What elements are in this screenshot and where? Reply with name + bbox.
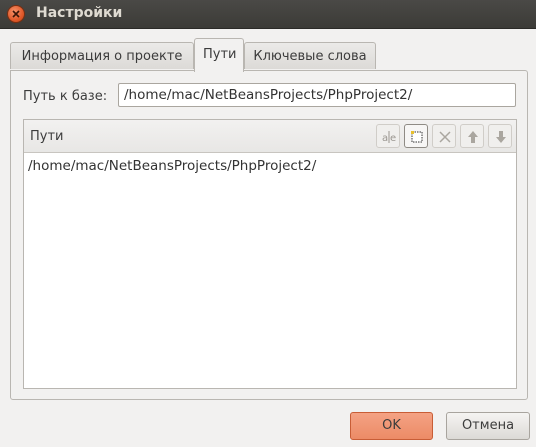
paths-panel: Путь к базе: /home/mac/NetBeansProjects/… [10, 70, 528, 400]
new-folder-icon [411, 131, 423, 143]
base-path-label: Путь к базе: [23, 89, 108, 104]
move-down-icon [496, 131, 506, 143]
move-up-icon [468, 131, 478, 143]
svg-text:a: a [382, 133, 388, 144]
new-folder-button[interactable] [404, 124, 428, 148]
move-down-button[interactable] [488, 124, 512, 148]
ok-button[interactable]: OK [350, 412, 433, 440]
rename-icon: a e [382, 131, 396, 144]
paths-list-header: Пути a e [24, 120, 516, 153]
cancel-button[interactable]: Отмена [446, 412, 530, 440]
paths-header-label: Пути [30, 129, 64, 144]
settings-dialog: Настройки Информация о проекте Пути Ключ… [0, 0, 536, 447]
title-bar: Настройки [0, 0, 536, 29]
tab-keywords[interactable]: Ключевые слова [244, 42, 376, 69]
svg-text:e: e [390, 133, 396, 144]
rename-button[interactable]: a e [376, 124, 400, 148]
base-path-input[interactable]: /home/mac/NetBeansProjects/PhpProject2/ [118, 83, 516, 107]
paths-list: Пути a e /home/mac/NetBeansProjects/PhpP… [23, 119, 517, 389]
tab-paths[interactable]: Пути [194, 38, 244, 72]
tab-project-info[interactable]: Информация о проекте [10, 42, 194, 69]
move-up-button[interactable] [460, 124, 484, 148]
window-title: Настройки [36, 5, 123, 21]
delete-icon [439, 131, 451, 143]
list-item[interactable]: /home/mac/NetBeansProjects/PhpProject2/ [28, 158, 316, 174]
delete-button[interactable] [432, 124, 456, 148]
close-window-button[interactable] [8, 6, 24, 22]
close-icon [12, 10, 20, 18]
